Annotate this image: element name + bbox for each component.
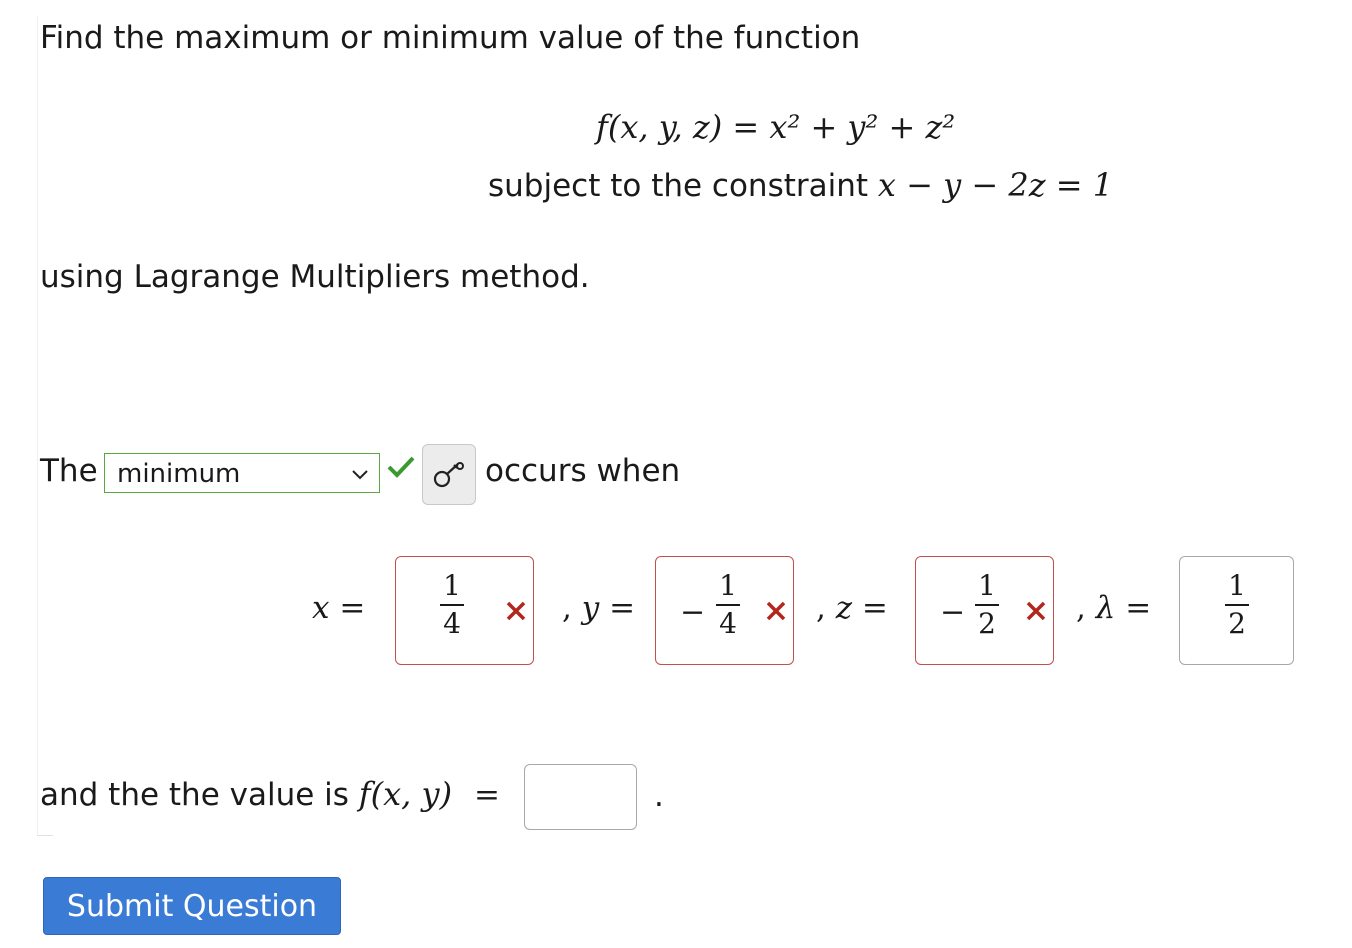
y-separator: , bbox=[562, 590, 572, 626]
submit-question-button[interactable]: Submit Question bbox=[43, 877, 341, 935]
z-numerator: 1 bbox=[978, 569, 996, 602]
value-func: f(x, y) bbox=[358, 775, 453, 813]
lambda-fraction: 1 2 bbox=[1225, 571, 1249, 639]
function-lhs: f(x, y, z) bbox=[596, 108, 723, 146]
function-rhs: x² + y² + z² bbox=[769, 108, 956, 146]
trailing-period: . bbox=[654, 778, 664, 814]
content-border bbox=[37, 16, 38, 836]
value-prefix: and the the value is bbox=[40, 777, 349, 813]
z-denominator: 2 bbox=[978, 607, 996, 640]
answer-suffix: occurs when bbox=[485, 453, 681, 489]
correct-check-icon bbox=[386, 454, 416, 484]
x-incorrect-icon bbox=[505, 600, 527, 626]
lambda-numerator: 1 bbox=[1228, 569, 1246, 602]
z-sign: − bbox=[940, 595, 966, 630]
constraint-line: subject to the constraint x − y − 2z = 1 bbox=[488, 166, 1113, 204]
lambda-var: λ bbox=[1095, 590, 1116, 626]
constraint-prefix: subject to the constraint bbox=[488, 168, 869, 204]
chevron-down-icon bbox=[351, 466, 369, 485]
x-numerator: 1 bbox=[443, 569, 461, 602]
x-label: x = bbox=[312, 590, 366, 626]
z-var: z bbox=[835, 590, 853, 626]
x-fraction: 1 4 bbox=[440, 571, 464, 639]
key-icon-button[interactable] bbox=[422, 444, 476, 505]
question-intro: Find the maximum or minimum value of the… bbox=[40, 20, 861, 56]
y-denominator: 4 bbox=[719, 607, 737, 640]
extremum-select-value: minimum bbox=[117, 459, 241, 489]
x-denominator: 4 bbox=[443, 607, 461, 640]
lambda-separator: , bbox=[1076, 590, 1086, 626]
lambda-label: , λ = bbox=[1076, 590, 1152, 626]
x-var: x bbox=[312, 590, 330, 626]
y-incorrect-icon bbox=[765, 600, 787, 626]
z-separator: , bbox=[816, 590, 826, 626]
lambda-denominator: 2 bbox=[1228, 607, 1246, 640]
y-fraction: 1 4 bbox=[716, 571, 740, 639]
z-label: , z = bbox=[816, 590, 888, 626]
value-equals: = bbox=[473, 777, 500, 813]
y-label: , y = bbox=[562, 590, 636, 626]
y-numerator: 1 bbox=[719, 569, 737, 602]
method-text: using Lagrange Multipliers method. bbox=[40, 259, 590, 295]
z-incorrect-icon bbox=[1025, 600, 1047, 626]
answer-prefix: The bbox=[40, 453, 98, 489]
value-answer-field[interactable] bbox=[524, 764, 637, 830]
extremum-select[interactable]: minimum bbox=[104, 453, 380, 493]
y-sign: − bbox=[680, 595, 706, 630]
z-fraction: 1 2 bbox=[975, 571, 999, 639]
y-var: y bbox=[581, 590, 600, 626]
function-equation: f(x, y, z) = x² + y² + z² bbox=[596, 108, 956, 146]
content-border-tick bbox=[37, 835, 53, 836]
constraint-math: x − y − 2z = 1 bbox=[877, 166, 1114, 204]
value-row: and the the value is f(x, y) = bbox=[40, 775, 500, 813]
